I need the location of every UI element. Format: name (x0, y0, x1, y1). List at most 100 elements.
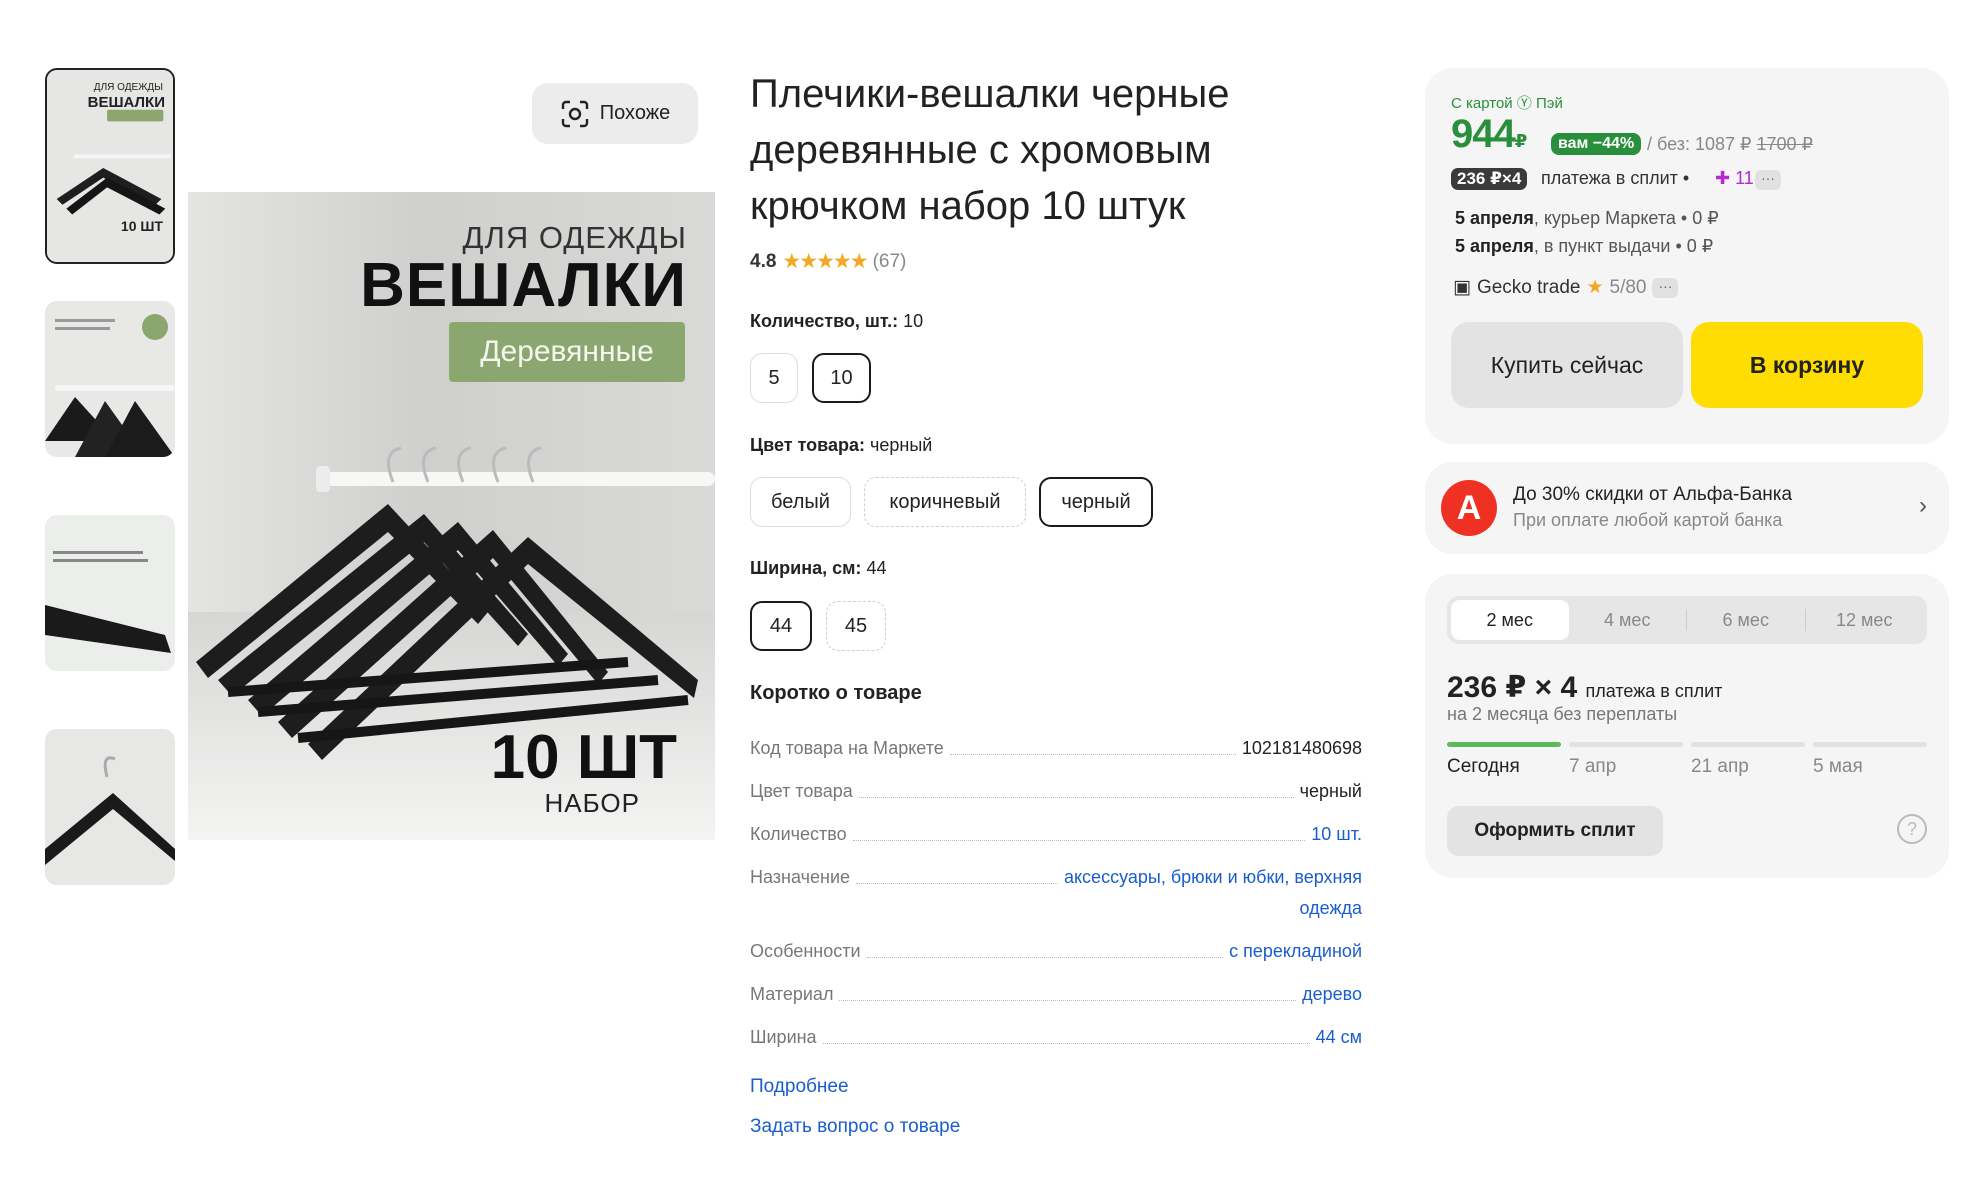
split-bar (1813, 742, 1927, 747)
delivery-courier: 5 апреля, курьер Маркета • 0 ₽ (1455, 208, 1719, 228)
color-choice-white[interactable]: белый (750, 477, 851, 527)
quantity-option-label: Количество, шт.: 10 (750, 311, 924, 331)
spec-value-link[interactable]: 10 шт. (1311, 819, 1362, 849)
alfa-promo-subtitle: При оплате любой картой банка (1513, 510, 1783, 530)
rating-value: 4.8 (750, 250, 777, 272)
tab-6-months[interactable]: 6 мес (1687, 600, 1805, 640)
spec-row-continuation: одежда (750, 893, 1362, 923)
split-bar (1569, 742, 1683, 747)
star-icon: ★ (1586, 277, 1604, 298)
hangers-image (45, 729, 175, 885)
spec-value-link[interactable]: с перекладиной (1229, 936, 1362, 966)
add-to-cart-button[interactable]: В корзину (1691, 322, 1923, 408)
split-dates: Сегодня 7 апр 21 апр 5 мая (1447, 756, 1927, 778)
spec-key: Ширина (750, 1027, 817, 1047)
split-subtitle: на 2 месяца без переплаты (1447, 704, 1678, 724)
spec-key: Код товара на Маркете (750, 738, 944, 758)
image-caption-set: НАБОР (544, 788, 640, 818)
alfa-bank-promo[interactable]: А До 30% скидки от Альфа-Банка При оплат… (1425, 462, 1949, 554)
shop-icon: ▣ (1453, 277, 1471, 298)
product-main-image[interactable]: ДЛЯ ОДЕЖДЫ ВЕШАЛКИ Деревянные 10 ШТ НАБО… (188, 192, 715, 840)
price-card: С картой Ⓨ Пэй 944₽ вам −44% / без: 1087… (1425, 68, 1949, 444)
card-price-label: С картой Ⓨ Пэй (1451, 95, 1563, 112)
split-date: 7 апр (1569, 756, 1617, 777)
spec-key: Назначение (750, 867, 851, 887)
plus-points: ✚ 11 (1715, 168, 1754, 188)
quantity-choice-10[interactable]: 10 (812, 353, 871, 403)
similar-button[interactable]: Похоже (532, 83, 698, 144)
split-date: Сегодня (1447, 756, 1520, 777)
seller-rating: 5/80 (1609, 276, 1647, 298)
brief-section-title: Коротко о товаре (750, 682, 922, 704)
spec-row: Цвет товара черный (750, 776, 1362, 806)
thumbnail-1[interactable]: ДЛЯ ОДЕЖДЫ ВЕШАЛКИ 10 ШТ (45, 68, 175, 264)
split-bar-paid (1447, 742, 1561, 747)
seller-name[interactable]: Gecko trade (1477, 277, 1581, 299)
tab-2-months[interactable]: 2 мес (1451, 600, 1569, 640)
ask-question-link[interactable]: Задать вопрос о товаре (750, 1116, 960, 1138)
spec-row: Материал дерево (750, 979, 1362, 1009)
thumbnail-2[interactable] (45, 301, 175, 457)
spec-value-link[interactable]: 44 см (1316, 1022, 1362, 1052)
spec-key: Количество (750, 824, 847, 844)
help-icon[interactable]: ? (1897, 814, 1927, 844)
image-caption-count: 10 ШТ (490, 723, 677, 792)
spec-row: Назначение аксессуары, брюки и юбки, вер… (750, 862, 1362, 892)
split-date: 21 апр (1691, 756, 1749, 777)
tab-12-months[interactable]: 12 мес (1806, 600, 1924, 640)
spec-key: Материал (750, 984, 834, 1004)
spec-key: Особенности (750, 941, 861, 961)
image-caption-title: ВЕШАЛКИ (360, 251, 687, 320)
alfa-promo-title: До 30% скидки от Альфа-Банка (1513, 484, 1793, 505)
card-price: 944₽ (1451, 112, 1527, 156)
rating-stars-icon: ★★★★★ (782, 250, 868, 273)
spec-row: Ширина 44 см (750, 1022, 1362, 1052)
color-choice-brown[interactable]: коричневый (864, 477, 1026, 527)
spec-row: Количество 10 шт. (750, 819, 1362, 849)
split-bar (1691, 742, 1805, 747)
seller-row[interactable]: ▣ Gecko trade ★ 5/80 ··· (1453, 276, 1679, 299)
rating-row[interactable]: 4.8 ★★★★★ (67) (750, 249, 906, 274)
width-choice-45[interactable]: 45 (826, 601, 886, 651)
split-amount: 236 ₽ × 4 платежа в сплит (1447, 671, 1723, 704)
spec-key: Цвет товара (750, 781, 853, 801)
buy-now-button[interactable]: Купить сейчас (1451, 322, 1683, 408)
plus-icon: ✚ (1715, 168, 1731, 188)
alfa-bank-logo-icon: А (1441, 480, 1497, 536)
quantity-choice-5[interactable]: 5 (750, 353, 798, 403)
spec-row: Код товара на Маркете 102181480698 (750, 733, 1362, 763)
hangers-image (45, 301, 175, 457)
split-progress (1447, 742, 1927, 747)
color-option-label: Цвет товара: черный (750, 435, 933, 455)
width-choice-44[interactable]: 44 (750, 601, 812, 651)
split-badge: 236 ₽×4 (1451, 168, 1528, 190)
chevron-right-icon: › (1919, 492, 1927, 519)
thumb-title: ВЕШАЛКИ (87, 94, 165, 111)
color-choice-black[interactable]: черный (1039, 477, 1153, 527)
spec-value: черный (1299, 781, 1362, 801)
price-without-card: / без: 1087 ₽ 1700 ₽ (1647, 134, 1813, 154)
thumbnail-3[interactable] (45, 515, 175, 671)
split-text: платежа в сплит • (1541, 168, 1690, 188)
seller-more-dots-icon[interactable]: ··· (1652, 277, 1679, 298)
spec-value-link[interactable]: аксессуары, брюки и юбки, верхняя (1064, 862, 1362, 892)
hangers-image (45, 515, 175, 671)
more-details-link[interactable]: Подробнее (750, 1076, 849, 1098)
split-date: 5 мая (1813, 756, 1863, 777)
spec-value-link[interactable]: одежда (1300, 893, 1362, 923)
review-count[interactable]: (67) (873, 251, 907, 273)
discount-badge: вам −44% (1551, 133, 1642, 155)
more-dots-icon[interactable]: ··· (1755, 170, 1781, 190)
spec-row: Особенности с перекладиной (750, 936, 1362, 966)
spec-value-link[interactable]: дерево (1302, 979, 1362, 1009)
split-term-tabs: 2 мес 4 мес 6 мес 12 мес (1447, 596, 1927, 644)
similar-label: Похоже (599, 102, 671, 124)
thumbnail-4[interactable] (45, 729, 175, 885)
tab-4-months[interactable]: 4 мес (1569, 600, 1687, 640)
product-title: Плечики-вешалки черные деревянные с хром… (750, 72, 1230, 228)
checkout-split-button[interactable]: Оформить сплит (1447, 806, 1663, 856)
delivery-pickup: 5 апреля, в пункт выдачи • 0 ₽ (1455, 236, 1714, 256)
split-card: 2 мес 4 мес 6 мес 12 мес 236 ₽ × 4 плате… (1425, 574, 1949, 878)
lens-search-icon (561, 100, 588, 127)
width-option-label: Ширина, см: 44 (750, 558, 887, 578)
